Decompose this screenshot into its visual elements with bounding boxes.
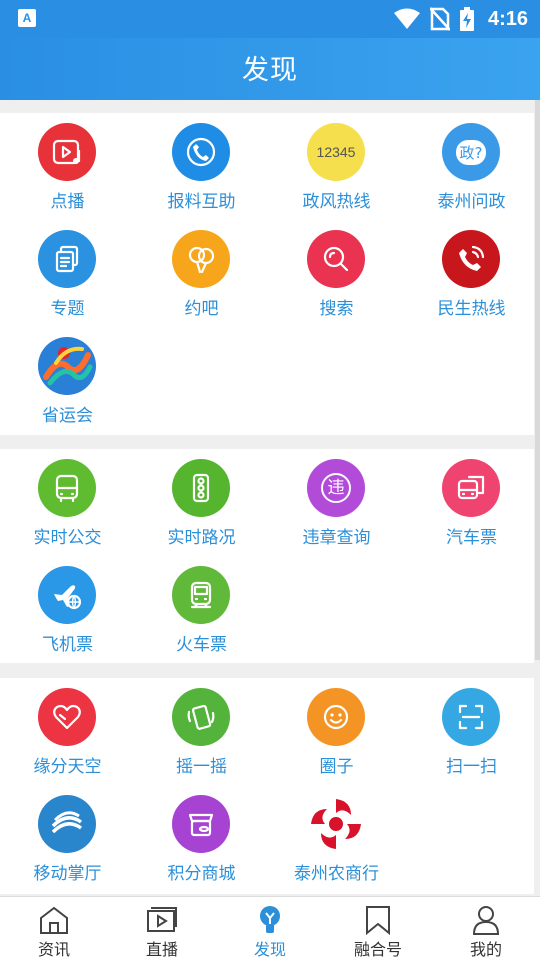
grid-item-label: 泰州问政 [437,192,506,212]
grid-item-label: 省运会 [42,406,93,426]
grid-item-label: 圈子 [319,757,354,777]
tab-news[interactable]: 资讯 [0,897,108,960]
grid-item-label: 积分商城 [167,864,236,884]
icon-text: 政? [455,139,487,165]
grid-item-search[interactable]: 搜索 [269,220,404,327]
grid-item-violation-search[interactable]: 违违章查询 [269,449,404,556]
icon-text: 违 [321,473,351,503]
tab-label: 直播 [145,940,178,959]
bookmark-icon [366,906,390,935]
grid-item-label: 实时路况 [167,528,236,548]
grid-item-label: 违章查询 [302,528,371,548]
page-title: 发现 [242,55,298,86]
clock: 4:16 [487,7,528,30]
grid-item-heart[interactable]: 缘分天空 [0,678,135,785]
tab-label: 发现 [253,940,286,959]
tab-label: 我的 [469,940,502,959]
bus-icon [38,459,96,517]
grid-item-bus[interactable]: 实时公交 [0,449,135,556]
grid-item-smile[interactable]: 圈子 [269,678,404,785]
tab-label: 融合号 [353,940,402,959]
icon-text: 12345 [316,144,356,160]
wifi-icon [393,8,420,29]
grid-item-topic-docs[interactable]: 专题 [0,220,135,327]
bank-logo-icon [307,795,365,853]
grid-item-china-mobile[interactable]: 移动掌厅 [0,785,135,892]
profile-icon [472,906,500,935]
grid-item-label: 泰州农商行 [294,864,379,884]
traffic-light-icon [172,459,230,517]
grid-item-video-music[interactable]: 点播 [0,113,135,220]
grid-item-traffic-light[interactable]: 实时路况 [134,449,269,556]
grid-item-label: 移动掌厅 [33,864,102,884]
grid-item-inquiry-bubble[interactable]: 政? 泰州问政 [404,113,539,220]
grid-item-shake-phone[interactable]: 摇一摇 [134,678,269,785]
live-icon [147,907,177,932]
grid-item-games-logo[interactable]: 省运会 [0,327,135,434]
no-sim-icon [429,7,450,31]
tab-mine[interactable]: 我的 [432,897,540,960]
video-music-icon [38,123,96,181]
heart-icon [38,688,96,746]
grid-item-train[interactable]: 火车票 [134,556,269,663]
discover-bulb-icon [260,906,280,933]
grid-item-label: 扫一扫 [446,757,497,777]
hotline-12345-icon: 12345 [307,123,365,181]
grid-item-hotline-12345[interactable]: 12345 政风热线 [269,113,404,220]
header-bar: 发现 [0,38,540,100]
scan-icon [442,688,500,746]
phone-icon [172,123,230,181]
balloon-icon [172,230,230,288]
shake-phone-icon [172,688,230,746]
battery-charging-icon [459,7,474,31]
grid-item-bank-logo[interactable]: 泰州农商行 [269,785,404,892]
grid-item-label: 民生热线 [437,299,506,319]
coach-ticket-icon [442,459,500,517]
tab-label: 资讯 [37,940,70,959]
grid-item-label: 缘分天空 [33,757,102,777]
inquiry-bubble-icon: 政? [442,123,500,181]
grid-item-scan[interactable]: 扫一扫 [404,678,539,785]
tab-live[interactable]: 直播 [108,897,216,960]
games-logo-icon [38,337,96,395]
search-icon [307,230,365,288]
grid-item-label: 摇一摇 [176,757,227,777]
topic-docs-icon [38,230,96,288]
train-icon [172,566,230,624]
grid-item-label: 实时公交 [33,528,102,548]
violation-search-icon: 违 [307,459,365,517]
grid-item-phone[interactable]: 报料互助 [134,113,269,220]
home-icon [40,906,68,934]
grid-item-label: 专题 [50,299,85,319]
tab-fusion[interactable]: 融合号 [324,897,432,960]
grid-item-label: 火车票 [176,635,227,655]
grid-item-label: 搜索 [319,299,354,319]
airplane-icon [38,566,96,624]
grid-item-balloon[interactable]: 约吧 [134,220,269,327]
grid-item-label: 报料互助 [167,192,236,212]
grid-item-airplane[interactable]: 飞机票 [0,556,135,663]
grid-item-label: 点播 [50,192,85,212]
app-notification-icon: A [18,9,36,27]
phone-ring-icon [442,230,500,288]
bottom-tab-bar: 资讯 直播 发现 融合号 我的 [0,896,540,960]
grid-item-phone-ring[interactable]: 民生热线 [404,220,539,327]
grid-item-label: 飞机票 [42,635,93,655]
china-mobile-icon [38,795,96,853]
tab-discover[interactable]: 发现 [216,897,324,960]
grid-item-coach-ticket[interactable]: 汽车票 [404,449,539,556]
grid-item-label: 约吧 [184,299,219,319]
status-bar: A 4:16 [0,0,540,38]
grid-item-shop[interactable]: 积分商城 [134,785,269,892]
shop-icon [172,795,230,853]
grid-item-label: 政风热线 [302,192,371,212]
grid-item-label: 汽车票 [446,528,497,548]
smile-icon [307,688,365,746]
